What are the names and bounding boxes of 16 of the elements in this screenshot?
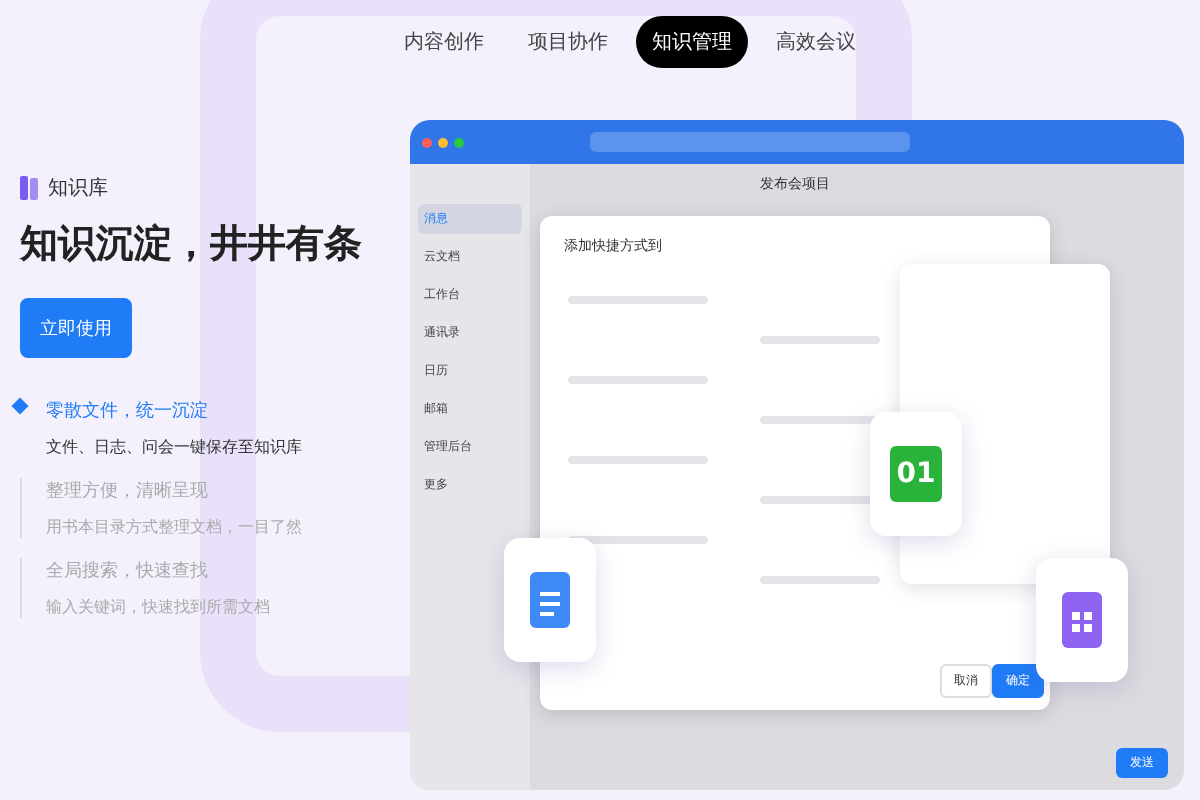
- date-number: 01: [890, 446, 942, 502]
- headline: 知识沉淀，井井有条: [20, 220, 364, 270]
- nav-tab[interactable]: 知识管理: [636, 16, 748, 68]
- product-name: 知识库: [48, 175, 108, 202]
- feature-title[interactable]: 零散文件，统一沉淀: [46, 398, 410, 424]
- nav-tab[interactable]: 高效会议: [760, 16, 872, 68]
- nav-tab[interactable]: 内容创作: [388, 16, 500, 68]
- table-icon: [1062, 592, 1102, 648]
- feature-description: 文件、日志、问会一键保存至知识库: [46, 436, 304, 458]
- document-icon: [530, 572, 570, 628]
- start-button[interactable]: 立即使用: [20, 298, 132, 358]
- search-field[interactable]: [590, 132, 910, 152]
- feature-description: 用书本目录方式整理文档，一目了然: [46, 516, 304, 538]
- feature-description: 输入关键词，快速找到所需文档: [46, 596, 272, 618]
- book-icon: [20, 176, 40, 200]
- nav-tab[interactable]: 项目协作: [512, 16, 624, 68]
